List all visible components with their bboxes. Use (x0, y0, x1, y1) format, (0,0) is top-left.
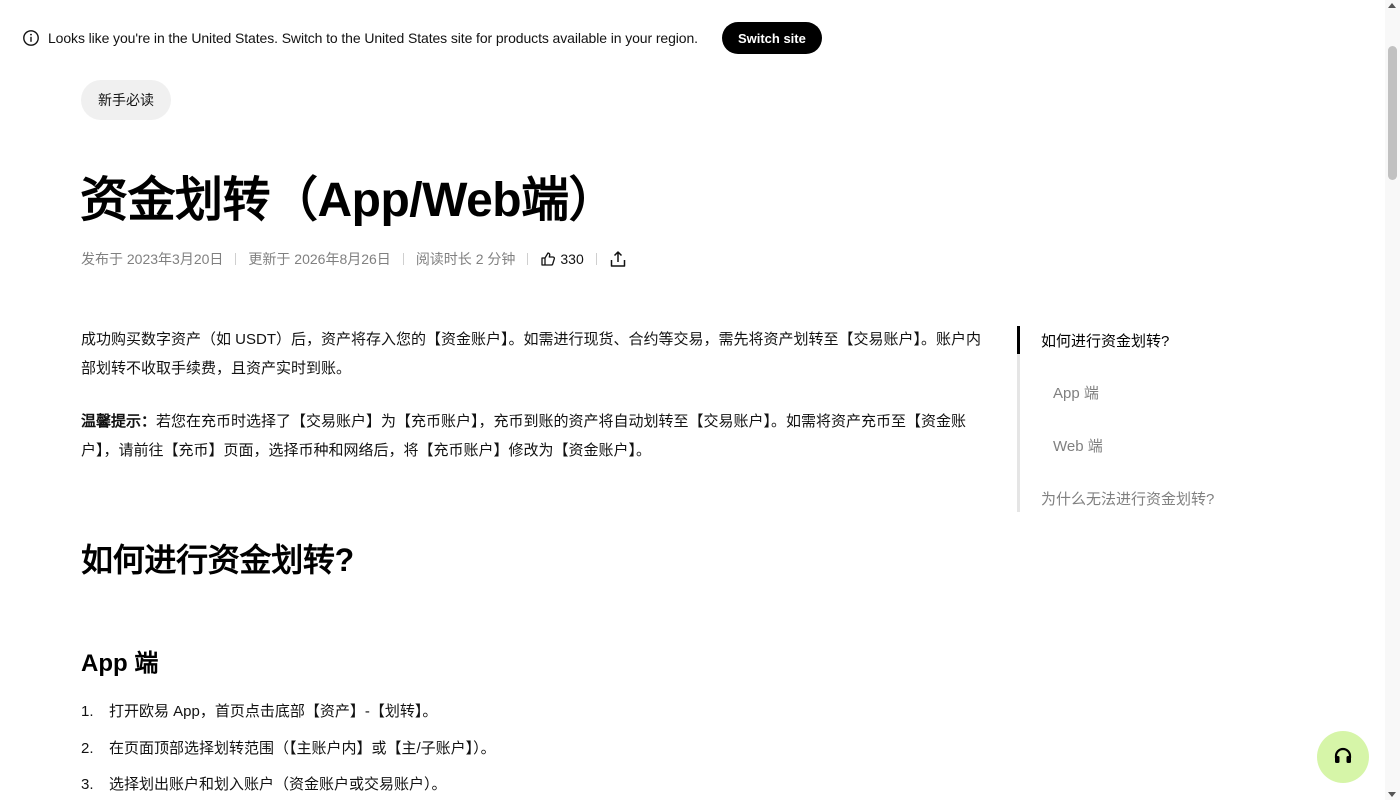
list-item: 1. 打开欧易 App，首页点击底部【资产】-【划转】。 (81, 703, 438, 720)
table-of-contents: 如何进行资金划转? App 端 Web 端 为什么无法进行资金划转? (1017, 326, 1257, 512)
headset-icon (1334, 747, 1352, 763)
like-count: 330 (560, 251, 584, 267)
tip-label: 温馨提示： (81, 413, 157, 430)
intro-paragraph: 成功购买数字资产（如 USDT）后，资产将存入您的【资金账户】。如需进行现货、合… (81, 331, 982, 377)
scrollbar-thumb[interactable] (1388, 46, 1397, 180)
steps-list: 1. 打开欧易 App，首页点击底部【资产】-【划转】。 2. 在页面顶部选择划转范… (81, 702, 991, 795)
list-item: 3. 选择划出账户和划入账户（资金账户或交易账户）。 (81, 776, 447, 793)
support-chat-button[interactable] (1317, 731, 1369, 783)
thumbs-up-icon (541, 252, 556, 266)
share-icon (610, 251, 625, 267)
tip-paragraph: 温馨提示：若您在充币时选择了【交易账户】为【充币账户】，充币到账的资产将自动划转… (81, 407, 991, 465)
share-button[interactable] (609, 250, 627, 268)
subsection-heading: App 端 (81, 650, 159, 677)
meta-divider (402, 253, 404, 265)
info-icon (22, 29, 40, 47)
scroll-down-icon[interactable] (1388, 792, 1396, 797)
updated-date: 更新于 2026年8月26日 (248, 251, 391, 267)
list-item: 2. 在页面顶部选择划转范围（【主账户内】或【主/子账户】）。 (81, 739, 496, 757)
meta-divider (527, 253, 529, 265)
like-button[interactable]: 330 (540, 251, 584, 267)
meta-divider (235, 253, 237, 265)
section-heading: 如何进行资金划转? (81, 542, 354, 578)
article-body: 成功购买数字资产（如 USDT）后，资产将存入您的【资金账户】。如需进行现货、合… (81, 325, 991, 812)
scrollbar[interactable] (1385, 0, 1400, 800)
switch-site-button[interactable]: Switch site (721, 22, 822, 54)
read-time: 阅读时长 2 分钟 (415, 251, 516, 267)
region-banner: Looks like you're in the United States. … (0, 0, 1385, 76)
category-tag[interactable]: 新手必读 (81, 80, 171, 120)
scroll-up-icon[interactable] (1388, 3, 1396, 8)
meta-divider (595, 253, 597, 265)
toc-item-app[interactable]: App 端 (1020, 366, 1257, 419)
banner-message: Looks like you're in the United States. … (48, 30, 698, 46)
page-title: 资金划转（App/Web端） (80, 174, 617, 227)
published-date: 发布于 2023年3月20日 (81, 251, 224, 267)
article-meta: 发布于 2023年3月20日 更新于 2026年8月26日 阅读时长 2 分钟 … (81, 247, 627, 271)
toc-item-web[interactable]: Web 端 (1020, 419, 1257, 472)
tip-text: 若您在充币时选择了【交易账户】为【充币账户】，充币到账的资产将自动划转至【交易账… (81, 413, 967, 459)
toc-item-how-to-transfer[interactable]: 如何进行资金划转? (1017, 326, 1257, 354)
toc-item-why-cannot-transfer[interactable]: 为什么无法进行资金划转? (1020, 484, 1257, 512)
